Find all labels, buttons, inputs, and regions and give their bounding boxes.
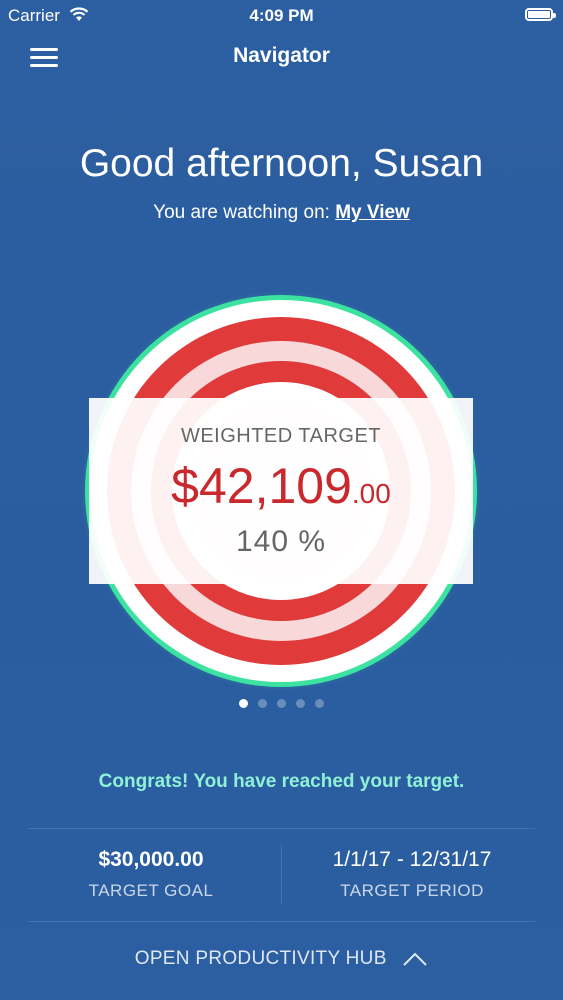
- page-dot[interactable]: [258, 699, 267, 708]
- status-time: 4:09 PM: [249, 6, 314, 25]
- page-dot[interactable]: [239, 699, 248, 708]
- target-goal-stat: $30,000.00 TARGET GOAL: [10, 848, 292, 901]
- status-bar: Carrier 4:09 PM: [0, 0, 563, 32]
- divider: [28, 828, 535, 829]
- app-screen: Carrier 4:09 PM Navigator Good afternoon…: [0, 0, 563, 1000]
- my-view-link[interactable]: My View: [335, 202, 410, 223]
- greeting-heading: Good afternoon, Susan: [79, 142, 484, 185]
- target-period-label: TARGET PERIOD: [340, 881, 484, 900]
- target-gauge[interactable]: WEIGHTED TARGET $42,109.00 140 %: [81, 291, 481, 691]
- page-indicator: [0, 699, 563, 708]
- page-dot[interactable]: [277, 699, 286, 708]
- page-dot[interactable]: [296, 699, 305, 708]
- congrats-message: Congrats! You have reached your target.: [98, 771, 465, 792]
- hub-label: OPEN PRODUCTIVITY HUB: [134, 948, 387, 969]
- target-period-value: 1/1/17 - 12/31/17: [332, 848, 492, 871]
- target-amount-whole: $42,109: [171, 458, 352, 514]
- page-title: Navigator: [233, 44, 330, 67]
- target-amount-cents: .00: [351, 478, 391, 509]
- target-goal-label: TARGET GOAL: [88, 881, 214, 900]
- divider: [28, 921, 535, 922]
- page-dot[interactable]: [315, 699, 324, 708]
- open-productivity-hub-button[interactable]: OPEN PRODUCTIVITY HUB: [0, 948, 563, 970]
- nav-bar: Navigator: [0, 36, 563, 80]
- watching-line: You are watching on: My View: [0, 202, 563, 224]
- chevron-up-icon: [403, 952, 427, 966]
- watching-prefix: You are watching on:: [153, 202, 336, 223]
- target-percent: 140 %: [235, 525, 327, 558]
- target-period-stat: 1/1/17 - 12/31/17 TARGET PERIOD: [281, 848, 543, 901]
- target-goal-value: $30,000.00: [98, 848, 204, 871]
- target-amount: $42,109.00: [81, 457, 481, 515]
- target-label: WEIGHTED TARGET: [180, 425, 382, 447]
- battery-icon: [525, 8, 556, 21]
